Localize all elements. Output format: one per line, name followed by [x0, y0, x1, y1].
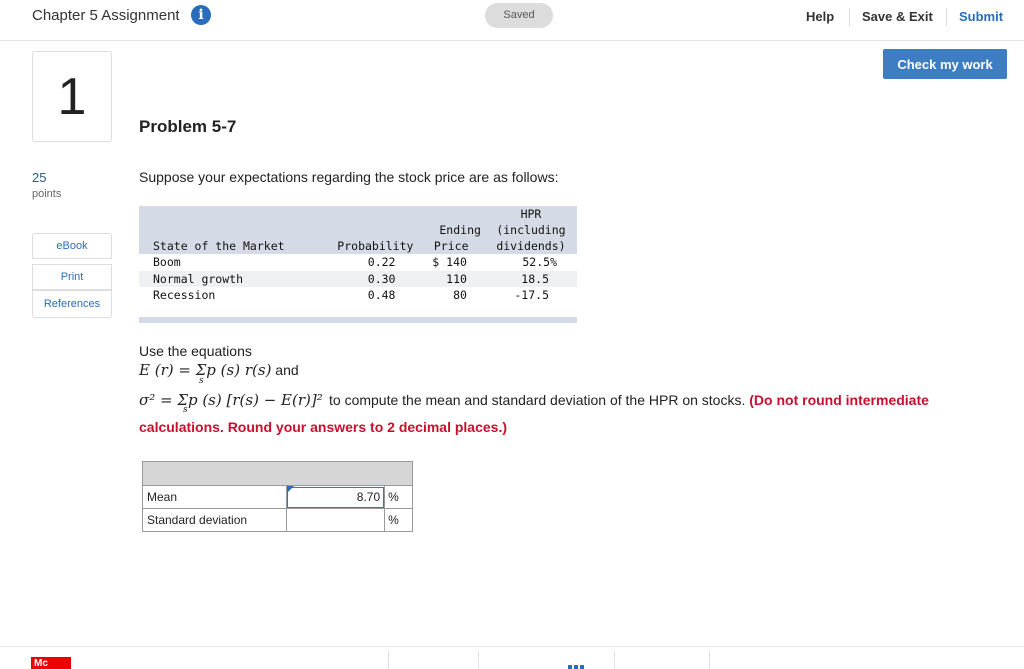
equation-instruction: to compute the mean and standard deviati…	[329, 392, 929, 408]
submit-link[interactable]: Submit	[959, 9, 1003, 24]
problem-intro: Suppose your expectations regarding the …	[139, 169, 559, 185]
question-number: 1	[32, 51, 112, 142]
table-row: Normal growth 0.30 110 18.5	[139, 270, 577, 287]
cell-price: $ 140	[432, 255, 467, 269]
points-label: points	[32, 188, 62, 200]
header-divider	[849, 8, 850, 26]
cell-probability: 0.48	[367, 288, 396, 302]
equation-and: and	[271, 362, 299, 378]
cell-probability: 0.30	[317, 270, 418, 287]
help-link[interactable]: Help	[806, 9, 834, 24]
cell-price: 80	[453, 288, 467, 302]
mean-label: Mean	[141, 485, 288, 509]
std-dev-input[interactable]	[287, 509, 385, 531]
table-row: Boom 0.22 $ 140 52.5%	[139, 254, 577, 271]
info-icon[interactable]: i	[191, 5, 211, 25]
references-button[interactable]: References	[32, 290, 112, 318]
answer-table-header	[142, 461, 413, 486]
check-my-work-button[interactable]: Check my work	[883, 49, 1007, 79]
equations-intro: Use the equations	[139, 343, 252, 359]
mcgraw-hill-logo: Mc	[31, 657, 71, 669]
mean-equation-text: E (r) = Σp (s) r(s)	[139, 361, 272, 379]
question-grid-icon[interactable]	[568, 665, 585, 669]
std-dev-unit: %	[384, 508, 413, 532]
table-bottom-bar	[139, 316, 577, 323]
saved-status-badge: Saved	[485, 3, 553, 28]
points-value: 25	[32, 170, 47, 185]
ebook-button[interactable]: eBook	[32, 233, 112, 259]
save-exit-link[interactable]: Save & Exit	[862, 9, 933, 24]
footer-divider	[478, 651, 479, 669]
col-header-ending: Ending	[417, 222, 485, 238]
footer-divider	[709, 651, 710, 669]
mean-input[interactable]	[287, 486, 385, 508]
std-dev-input-cell	[286, 508, 386, 532]
rounding-note-continued: calculations. Round your answers to 2 de…	[139, 419, 507, 435]
sum-subscript: s	[183, 405, 188, 415]
cell-state: Recession	[153, 288, 216, 302]
table-row: Recession 0.48 80 -17.5	[139, 287, 577, 304]
header-divider	[946, 8, 947, 26]
answer-row-mean: Mean %	[141, 485, 413, 509]
col-header-probability: Probability	[317, 238, 418, 254]
std-dev-label: Standard deviation	[141, 508, 288, 532]
cell-hpr: 52.5%	[522, 255, 557, 269]
footer-bar: Mc	[0, 646, 1024, 669]
cell-state: Normal growth	[139, 270, 318, 287]
stock-expectations-table: HPR Ending (including State of the Marke…	[139, 206, 577, 323]
print-button[interactable]: Print	[32, 264, 112, 290]
answer-table: Mean % Standard deviation %	[141, 461, 413, 532]
cell-price: 110	[417, 270, 485, 287]
rounding-note: (Do not round intermediate	[749, 392, 929, 408]
problem-title: Problem 5-7	[139, 117, 237, 136]
col-header-price: Price	[417, 238, 485, 254]
top-bar: Chapter 5 Assignment i Saved Help Save &…	[0, 0, 1024, 41]
variance-equation: σ² = Σp (s) [r(s) − E(r)]²	[139, 391, 323, 409]
footer-divider	[614, 651, 615, 669]
mean-unit: %	[384, 485, 413, 509]
cell-state: Boom	[153, 255, 181, 269]
col-header-hpr-1: HPR	[484, 206, 577, 222]
col-header-hpr-2: (including	[484, 222, 577, 238]
mean-input-cell	[286, 485, 386, 509]
cell-probability: 0.22	[367, 255, 396, 269]
col-header-hpr-3: dividends)	[484, 238, 577, 254]
answer-row-std-dev: Standard deviation %	[141, 508, 413, 532]
sum-subscript: s	[199, 376, 204, 386]
cell-hpr: 18.5	[484, 270, 577, 287]
instruction-text: to compute the mean and standard deviati…	[329, 392, 746, 408]
mean-equation: E (r) = Σp (s) r(s) and	[139, 361, 299, 379]
footer-divider	[388, 651, 389, 669]
flag-icon	[287, 486, 295, 493]
cell-hpr: -17.5	[514, 288, 549, 302]
col-header-state: State of the Market	[139, 238, 318, 254]
assignment-title: Chapter 5 Assignment	[32, 7, 180, 24]
